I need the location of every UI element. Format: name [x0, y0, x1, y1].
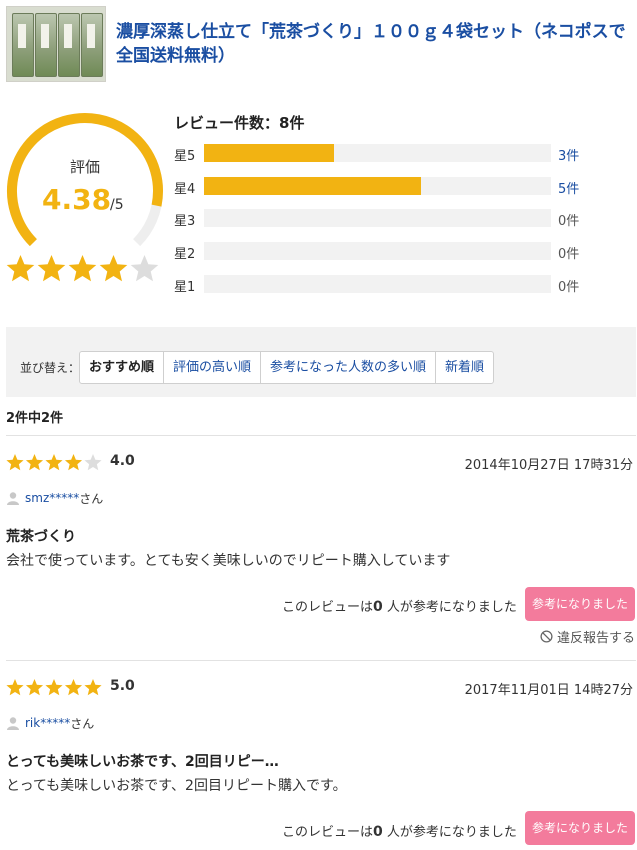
histogram-count-link[interactable]: 5件: [558, 178, 579, 197]
helpful-button[interactable]: 参考になりました: [525, 587, 635, 621]
star-filled-icon: [25, 679, 44, 696]
review-body: とっても美味しいお茶です、2回目リピート購入です。: [6, 778, 347, 794]
product-thumbnail[interactable]: [6, 6, 106, 82]
review-date: 2017年11月01日 14時27分: [464, 683, 633, 698]
review-title: とっても美味しいお茶です、2回目リピー…: [6, 754, 279, 770]
histogram-count: 0件: [558, 247, 580, 262]
histogram-track: [204, 144, 551, 162]
star-filled-icon: [99, 255, 128, 282]
histogram-label: 星3: [174, 214, 196, 229]
histogram-track: [204, 242, 551, 260]
star-filled-icon: [64, 679, 83, 696]
reviewer: rik***** さん: [6, 715, 94, 731]
star-empty-icon: [84, 454, 102, 471]
result-count: 2件中2件: [6, 411, 64, 426]
star-filled-icon: [45, 679, 63, 696]
histogram-row-5[interactable]: 星5 3件: [174, 143, 634, 164]
sort-option-most-helpful[interactable]: 参考になった人数の多い順: [260, 352, 435, 383]
histogram-count: 0件: [558, 214, 580, 229]
helpful-suffix: 人が参考になりました: [382, 600, 517, 615]
histogram-fill: [204, 177, 421, 195]
rating-max: /5: [110, 197, 124, 213]
user-icon: [7, 492, 19, 505]
sort-option-recommended[interactable]: おすすめ順: [80, 352, 163, 383]
star-filled-icon: [25, 454, 44, 471]
histogram-count-link[interactable]: 3件: [558, 145, 579, 164]
helpful-prefix: このレビューは: [282, 825, 374, 840]
rating-value: 4.38: [42, 183, 112, 216]
star-filled-icon: [37, 255, 66, 282]
tea-package-image: [58, 13, 80, 77]
star-filled-icon: [64, 454, 83, 471]
star-filled-icon: [84, 679, 102, 696]
helpful-count: 0: [373, 824, 383, 840]
histogram-label: 星1: [174, 280, 196, 295]
tea-package-image: [12, 13, 34, 77]
histogram-label: 星2: [174, 247, 196, 262]
star-filled-icon: [6, 255, 35, 282]
helpful-suffix: 人が参考になりました: [382, 825, 517, 840]
tea-package-image: [81, 13, 103, 77]
divider: [6, 435, 636, 436]
star-filled-icon: [68, 255, 97, 282]
star-filled-icon: [6, 679, 24, 696]
helpful-prefix: このレビューは: [282, 600, 374, 615]
histogram-count: 0件: [558, 280, 580, 295]
sort-options: おすすめ順 評価の高い順 参考になった人数の多い順 新着順: [79, 351, 495, 384]
helpful-button[interactable]: 参考になりました: [525, 811, 635, 845]
review-date: 2014年10月27日 17時31分: [464, 458, 633, 473]
tea-package-image: [35, 13, 57, 77]
sort-option-highest-rating[interactable]: 評価の高い順: [163, 352, 260, 383]
review-count: レビュー件数：8件: [174, 114, 305, 132]
histogram-label: 星5: [174, 149, 196, 164]
average-star-rating: [6, 255, 159, 282]
histogram-track: [204, 177, 551, 195]
star-filled-icon: [45, 454, 63, 471]
user-icon: [7, 717, 19, 730]
review-score: 4.0: [110, 453, 135, 469]
star-empty-icon: [130, 255, 159, 282]
review-title: 荒茶づくり: [6, 529, 76, 545]
histogram-row-1: 星1 0件: [174, 274, 634, 295]
review-star-rating: [6, 454, 102, 471]
histogram-track: [204, 209, 551, 227]
histogram-track: [204, 275, 551, 293]
reviewer-name[interactable]: smz*****: [25, 491, 79, 505]
report-label: 違反報告する: [556, 631, 635, 646]
histogram-row-2: 星2 0件: [174, 241, 634, 262]
reviewer-suffix: さん: [70, 716, 95, 731]
review-star-rating: [6, 679, 102, 696]
sort-label: 並び替え：: [20, 361, 81, 375]
review-body: 会社で使っています。とても安く美味しいのでリピート購入しています: [6, 553, 451, 569]
reviewer-suffix: さん: [79, 491, 104, 506]
sort-option-newest[interactable]: 新着順: [435, 352, 493, 383]
histogram-row-4[interactable]: 星4 5件: [174, 176, 634, 197]
report-link[interactable]: 違反報告する: [540, 627, 635, 646]
histogram-row-3: 星3 0件: [174, 208, 634, 229]
reviewer: smz***** さん: [6, 490, 103, 506]
prohibited-icon: [540, 630, 553, 643]
helpful-count: 0: [373, 599, 383, 615]
histogram-fill: [204, 144, 335, 162]
histogram-label: 星4: [174, 182, 196, 197]
reviewer-name[interactable]: rik*****: [25, 716, 70, 730]
review-score: 5.0: [110, 678, 135, 694]
helpful-count-text: このレビューは0 人が参考になりました: [282, 821, 517, 840]
divider: [6, 660, 636, 661]
rating-label: 評価: [69, 158, 100, 176]
product-title[interactable]: 濃厚深蒸し仕立て「荒茶づくり」１００ｇ４袋セット（ネコポスで全国送料無料）: [116, 20, 631, 68]
star-filled-icon: [6, 454, 24, 471]
helpful-count-text: このレビューは0 人が参考になりました: [282, 596, 517, 615]
